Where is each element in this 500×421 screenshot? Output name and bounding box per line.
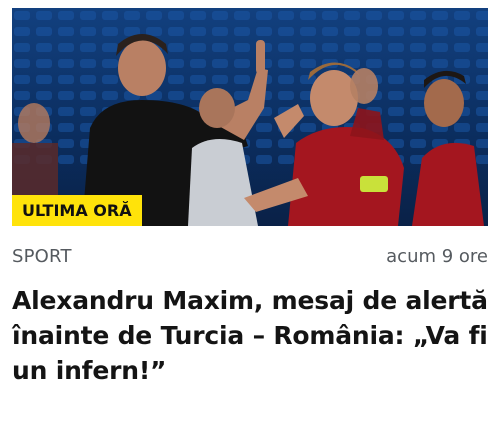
article-photo[interactable] — [12, 8, 488, 226]
news-card[interactable]: ULTIMA ORĂ SPORT acum 9 ore Alexandru Ma… — [0, 0, 500, 421]
category-link[interactable]: SPORT — [12, 244, 72, 270]
article-meta: SPORT acum 9 ore — [12, 244, 488, 270]
publish-time: acum 9 ore — [386, 246, 488, 267]
article-headline[interactable]: Alexandru Maxim, mesaj de alertă înainte… — [12, 283, 488, 388]
football-players-photo-icon — [12, 8, 488, 226]
breaking-news-badge: ULTIMA ORĂ — [12, 195, 142, 226]
